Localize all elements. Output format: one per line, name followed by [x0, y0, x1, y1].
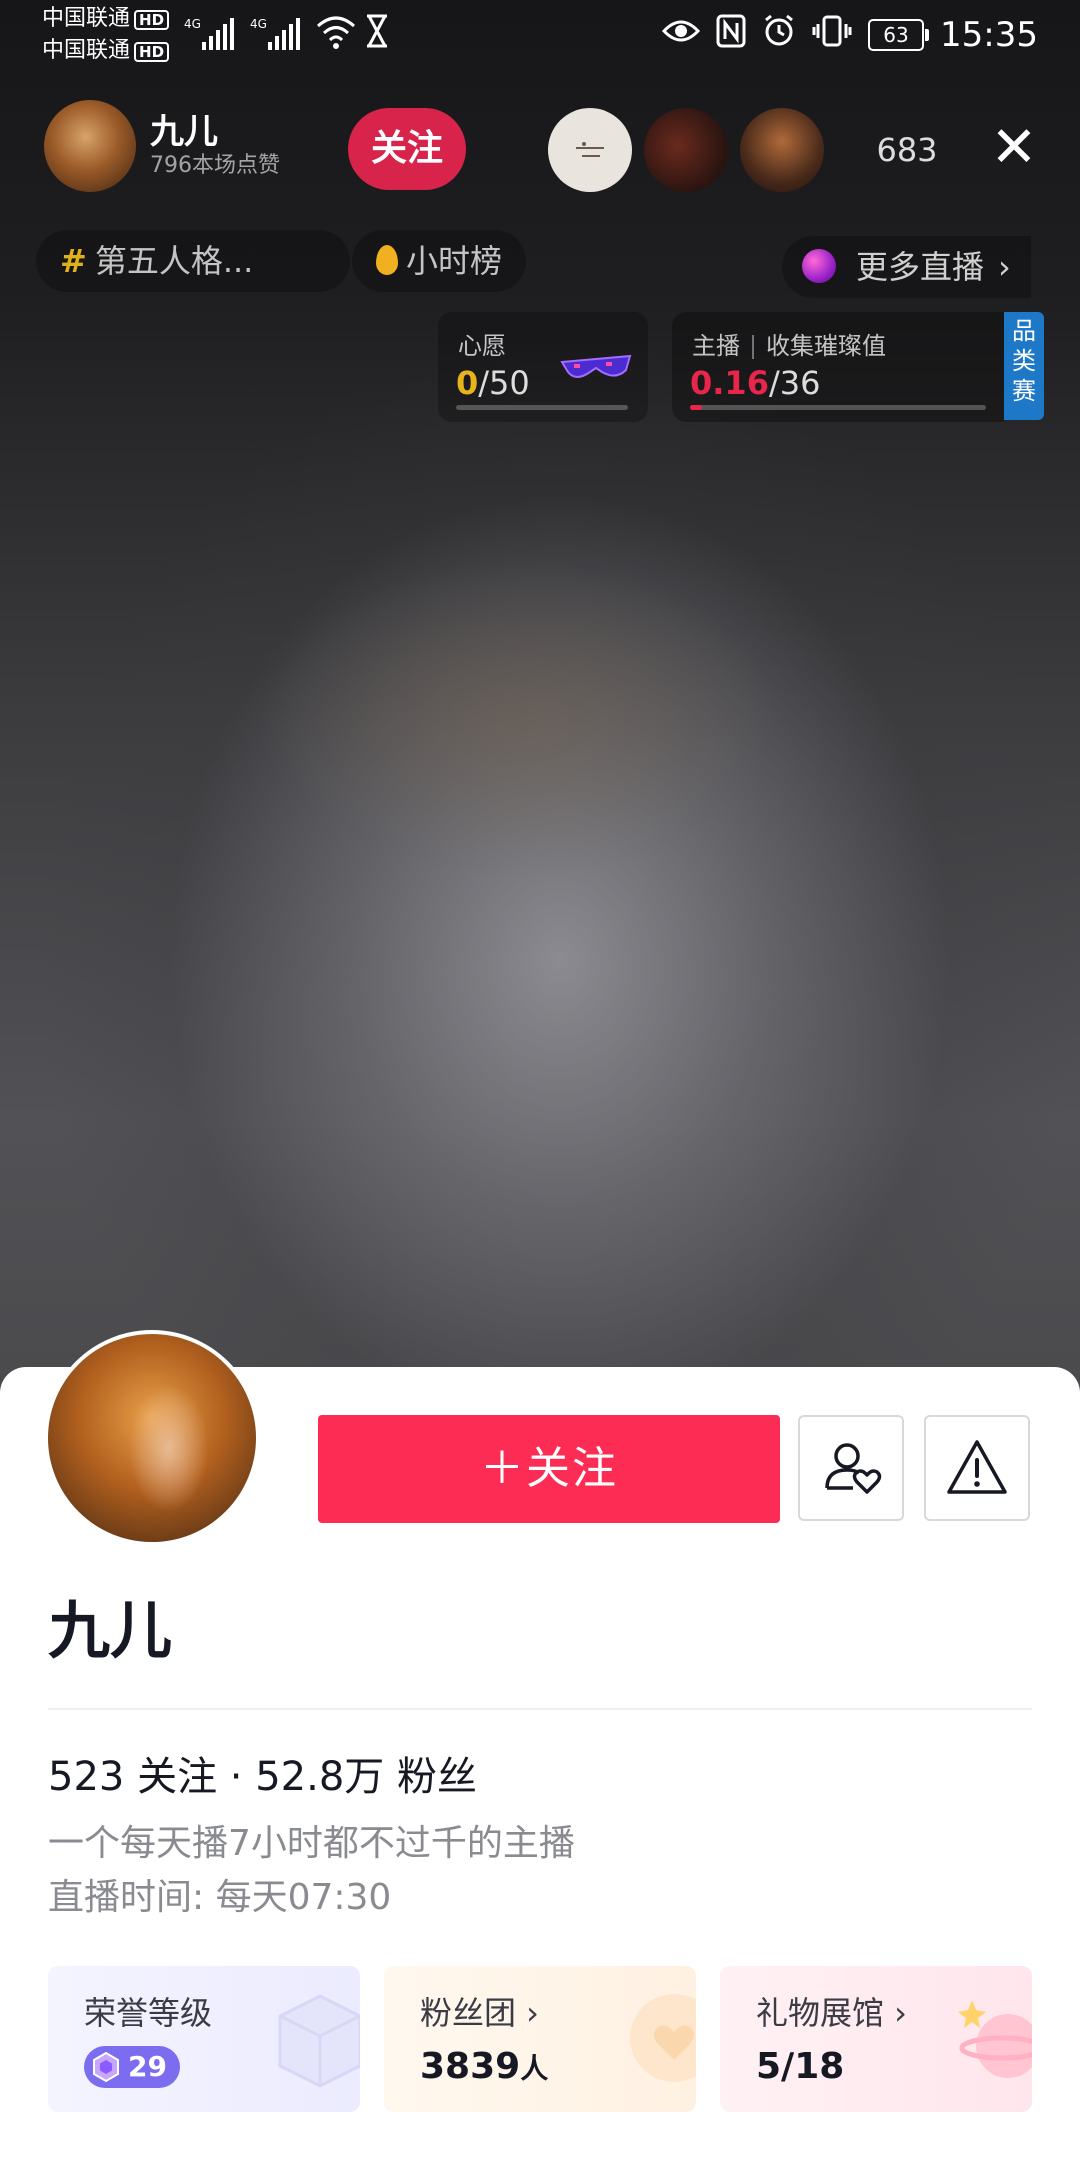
carrier-name: 中国联通 — [42, 38, 131, 63]
stats-dot: · — [229, 1754, 243, 1800]
level-badge: 29 — [84, 2046, 180, 2088]
video-light-glow — [260, 560, 780, 880]
follow-stats: 523 关注 · 52.8万 粉丝 — [48, 1744, 477, 1802]
heart-badge-decoration-icon — [630, 1994, 696, 2082]
hourly-rank-tag[interactable]: 小时榜 — [352, 230, 527, 292]
profile-bio: 一个每天播7小时都不过千的主播 — [48, 1823, 575, 1864]
battery-icon: 63 — [868, 19, 930, 51]
hashtag-icon: # — [60, 242, 87, 280]
collect-current: 0.16 — [690, 364, 769, 402]
profile-name: 九儿 — [48, 1594, 173, 1667]
eye-icon — [661, 17, 701, 53]
close-icon[interactable]: ✕ — [982, 112, 1046, 184]
collect-progress-fill — [690, 405, 702, 410]
fan-club-unit: 人 — [520, 2052, 549, 2085]
level-number: 29 — [128, 2050, 167, 2083]
hourly-rank-label: 小时榜 — [406, 242, 503, 280]
flame-icon — [376, 245, 398, 275]
follow-button-top[interactable]: 关注 — [348, 108, 466, 190]
collect-progress-bar — [690, 405, 986, 410]
category-race-badge[interactable]: 品类赛 — [1004, 312, 1044, 420]
host-name: 九儿 — [150, 112, 218, 152]
gift-planet-decoration-icon — [958, 2000, 1032, 2078]
viewer-count[interactable]: 683 — [862, 110, 952, 190]
warning-icon — [947, 1440, 1007, 1494]
wish-label: 心愿 — [458, 332, 506, 360]
wish-current: 0 — [456, 364, 479, 402]
svg-text:4G: 4G — [250, 17, 267, 31]
divider — [752, 335, 754, 359]
status-icons: 63 15:35 — [661, 14, 1038, 56]
carrier-name: 中国联通 — [42, 6, 131, 31]
topic-tag[interactable]: # 第五人格... — [36, 230, 350, 292]
collect-total: /36 — [768, 364, 821, 402]
signal-icon: 4G — [250, 14, 306, 60]
wifi-icon — [316, 14, 356, 56]
sunglasses-gift-icon — [560, 354, 632, 378]
viewer-avatar[interactable] — [740, 108, 824, 192]
user-heart-icon — [825, 1443, 882, 1494]
carrier-line-2: 中国联通 HD — [42, 38, 170, 64]
collect-label-host: 主播 — [692, 332, 740, 360]
gift-hall-title: 礼物展馆 › — [756, 1994, 907, 2032]
host-avatar[interactable] — [44, 100, 136, 192]
planet-icon — [802, 249, 836, 283]
viewer-avatar[interactable] — [644, 108, 728, 192]
collect-label: 主播 收集璀璨值 — [692, 326, 886, 361]
topic-tag-label: 第五人格... — [94, 242, 254, 280]
more-live-button[interactable]: 更多直播 › — [782, 236, 1031, 298]
fans-count[interactable]: 52.8万 — [255, 1754, 384, 1800]
cube-decoration-icon — [278, 1994, 360, 2088]
collect-card[interactable]: 主播 收集璀璨值 0.16/36 — [672, 312, 1004, 422]
svg-text:4G: 4G — [184, 17, 201, 31]
more-live-label: 更多直播 — [856, 248, 985, 286]
follow-button[interactable]: ＋关注 — [318, 1415, 780, 1523]
nfc-icon — [716, 14, 746, 56]
host-likes: 796本场点赞 — [150, 153, 280, 178]
hexagon-icon — [93, 2051, 119, 2083]
signal-icon: 4G — [184, 14, 240, 60]
host-info-pill[interactable]: 九儿 796本场点赞 — [44, 100, 280, 192]
wish-progress-text: 0/50 — [456, 364, 530, 402]
chevron-right-icon: › — [998, 248, 1011, 286]
viewer-avatar[interactable] — [548, 108, 632, 192]
status-bar: 中国联通 HD 中国联通 HD 4G 4G 63 15:35 — [0, 0, 1080, 72]
gift-hall-count: 5/18 — [756, 2046, 845, 2087]
host-text: 九儿 796本场点赞 — [150, 112, 280, 180]
hd-badge: HD — [134, 10, 170, 30]
honor-level-title: 荣誉等级 — [84, 1994, 213, 2032]
following-count[interactable]: 523 — [48, 1754, 124, 1800]
honor-level-card[interactable]: 荣誉等级 29 — [48, 1966, 360, 2112]
live-schedule: 直播时间: 每天07:30 — [48, 1877, 392, 1918]
fans-label[interactable]: 粉丝 — [397, 1754, 477, 1800]
following-label[interactable]: 关注 — [137, 1754, 217, 1800]
fan-club-card[interactable]: 粉丝团 › 3839人 — [384, 1966, 696, 2112]
fan-club-count: 3839人 — [420, 2046, 548, 2087]
fan-club-button[interactable] — [798, 1415, 904, 1521]
gift-hall-card[interactable]: 礼物展馆 › 5/18 — [720, 1966, 1032, 2112]
collect-label-title: 收集璀璨值 — [766, 332, 886, 360]
carrier-line-1: 中国联通 HD — [42, 6, 170, 32]
profile-avatar[interactable] — [44, 1330, 260, 1546]
hourglass-icon — [364, 14, 390, 54]
fan-club-title: 粉丝团 › — [420, 1994, 539, 2032]
report-button[interactable] — [924, 1415, 1030, 1521]
clock-time: 15:35 — [940, 15, 1038, 55]
wish-progress-bar — [456, 405, 628, 410]
fan-club-number: 3839 — [420, 2046, 521, 2087]
wish-total: /50 — [478, 364, 530, 402]
divider — [48, 1708, 1032, 1710]
collect-progress-text: 0.16/36 — [690, 364, 820, 402]
wish-card[interactable]: 心愿 0/50 — [438, 312, 648, 422]
vibrate-icon — [812, 14, 852, 56]
hd-badge: HD — [134, 42, 170, 62]
alarm-icon — [762, 14, 796, 56]
